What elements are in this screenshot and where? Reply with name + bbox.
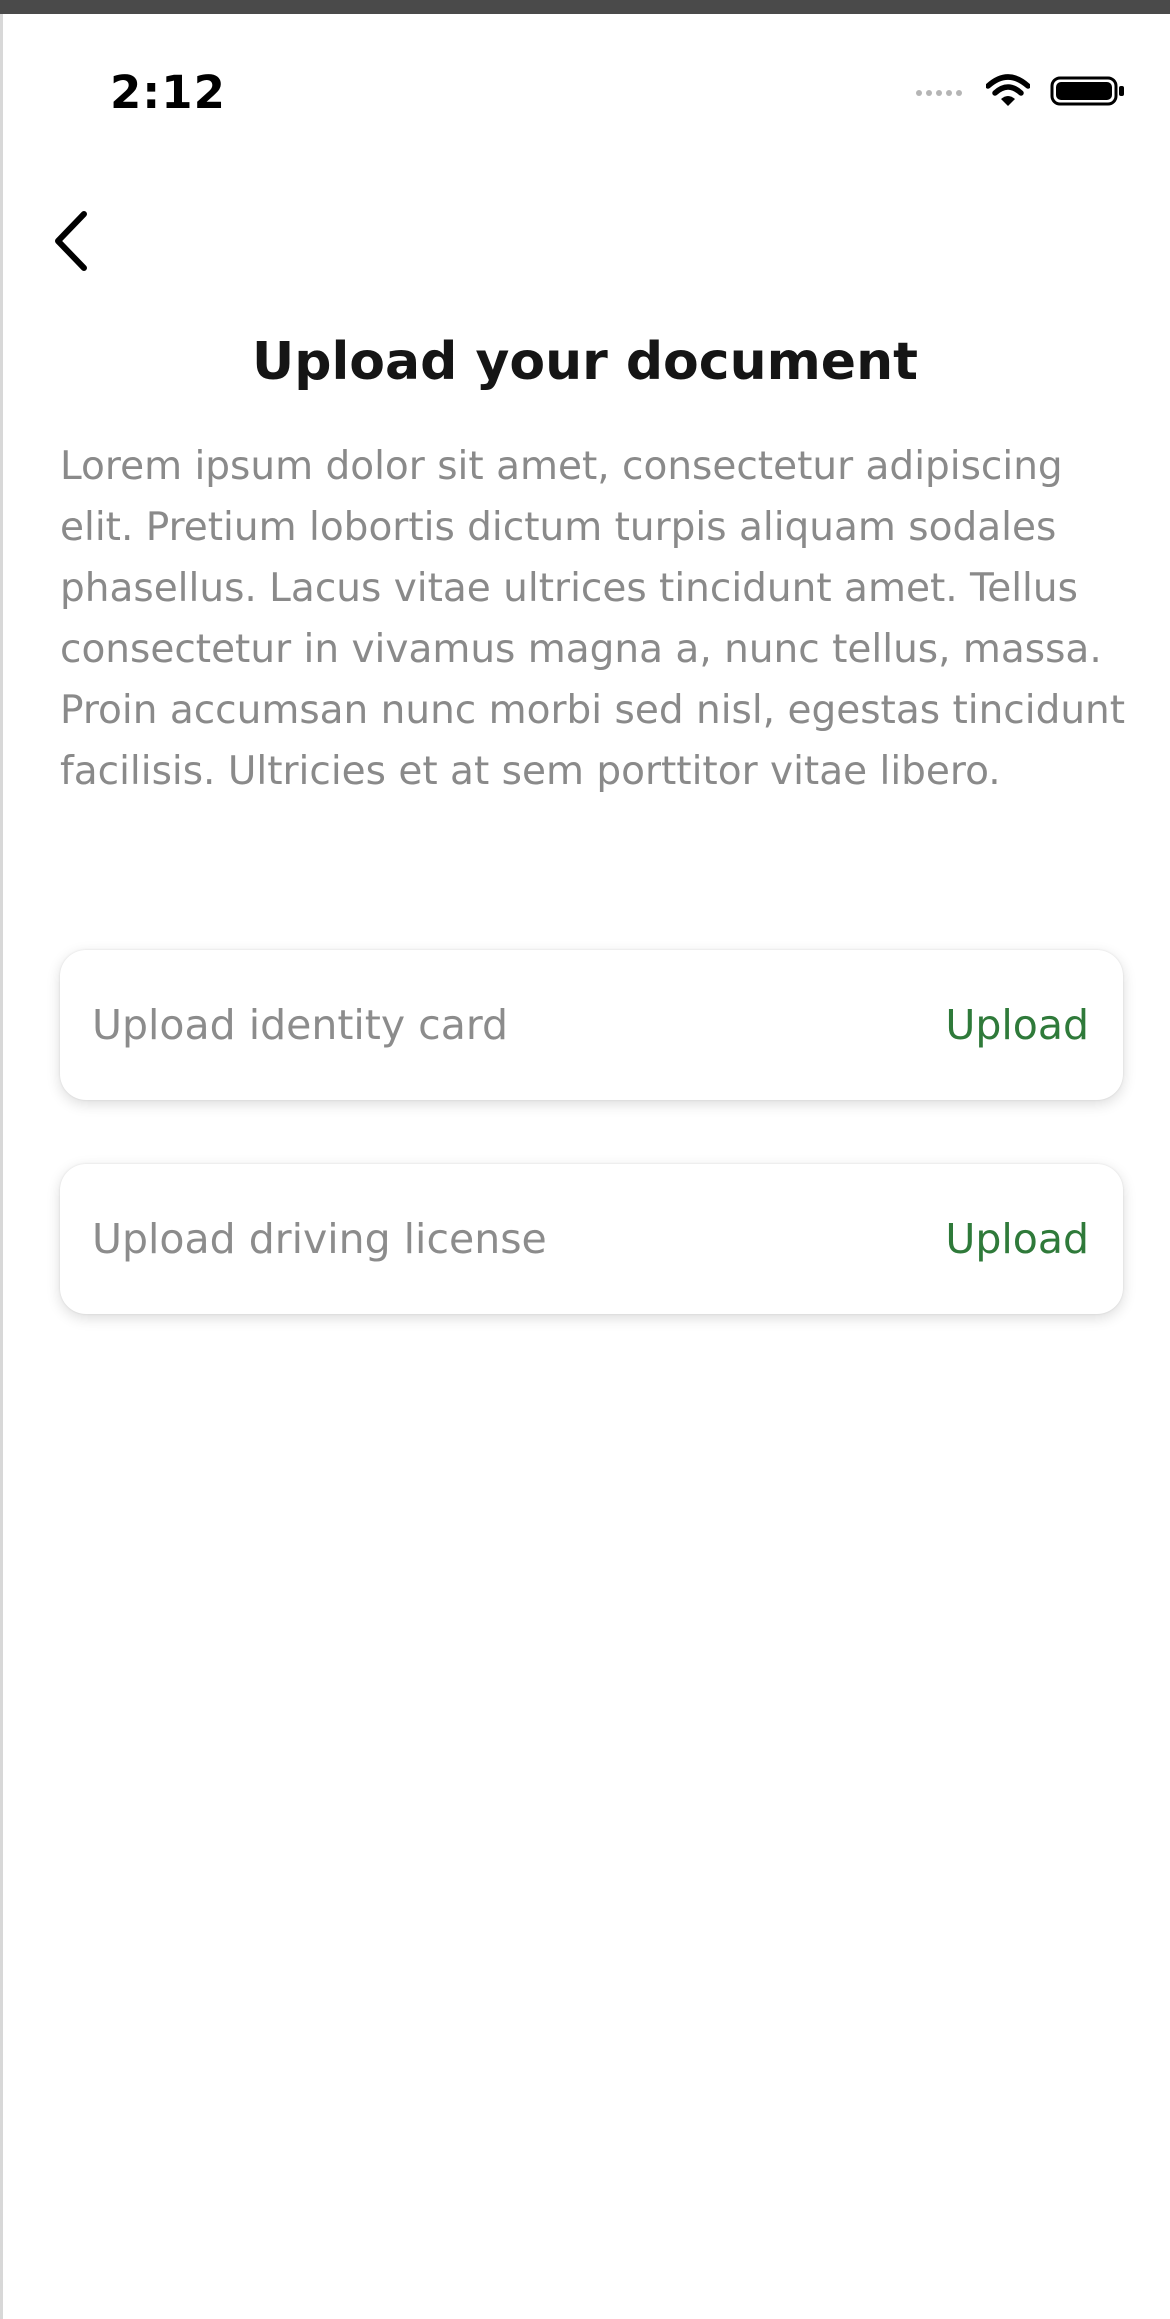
- upload-driving-license-label: Upload driving license: [92, 1215, 547, 1263]
- battery-icon: [1050, 75, 1126, 111]
- upload-identity-card-label: Upload identity card: [92, 1001, 508, 1049]
- status-icons: [914, 74, 1126, 112]
- upload-driving-license-button[interactable]: Upload: [945, 1215, 1089, 1263]
- description-text: Lorem ipsum dolor sit amet, consectetur …: [60, 444, 1126, 794]
- upload-identity-card-row: Upload identity card Upload: [60, 950, 1123, 1100]
- upload-identity-card-button[interactable]: Upload: [945, 1001, 1089, 1049]
- upload-driving-license-row: Upload driving license Upload: [60, 1164, 1123, 1314]
- chevron-left-icon: [50, 209, 90, 277]
- status-bar: 2:12: [0, 14, 1170, 164]
- status-time: 2:12: [110, 66, 226, 119]
- wifi-icon: [985, 74, 1031, 112]
- page-title: Upload your document: [252, 332, 918, 392]
- back-button[interactable]: [42, 208, 98, 278]
- cellular-dots-icon: [914, 84, 966, 103]
- window-top-edge: [0, 0, 1170, 14]
